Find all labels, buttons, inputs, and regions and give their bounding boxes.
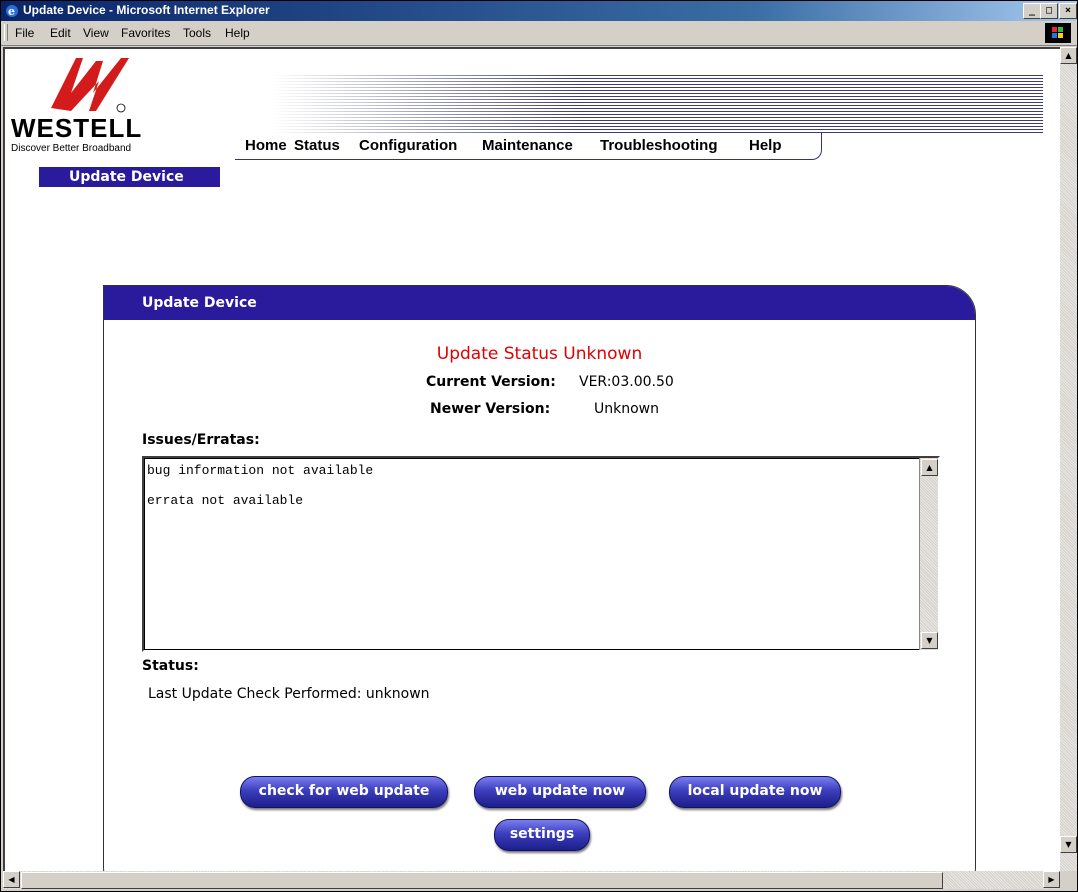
menu-tools[interactable]: Tools xyxy=(183,26,211,40)
westell-w-mark-icon xyxy=(51,58,129,113)
status-text: Last Update Check Performed: unknown xyxy=(148,686,430,702)
section-tag-label: Update Device xyxy=(69,169,184,185)
logo-tagline: Discover Better Broadband xyxy=(11,143,132,154)
horizontal-scrollbar[interactable]: ◀ ▶ xyxy=(3,871,1060,889)
maximize-button[interactable]: □ xyxy=(1040,3,1058,19)
menu-grip xyxy=(4,24,8,41)
issues-text[interactable]: bug information not available errata not… xyxy=(144,458,920,650)
page-viewport: WESTELL Discover Better Broadband Home S… xyxy=(3,47,1060,871)
title-bar[interactable]: e Update Device - Microsoft Internet Exp… xyxy=(1,1,1077,21)
local-update-now-button[interactable]: local update now xyxy=(669,776,841,808)
menu-edit[interactable]: Edit xyxy=(50,26,71,40)
menu-file[interactable]: File xyxy=(15,26,34,40)
settings-button[interactable]: settings xyxy=(494,819,590,851)
nav-configuration[interactable]: Configuration xyxy=(359,137,457,154)
close-button[interactable]: × xyxy=(1059,3,1077,19)
section-tag: Update Device xyxy=(39,167,220,187)
window-title: Update Device - Microsoft Internet Explo… xyxy=(23,3,270,17)
issues-scrollbar[interactable]: ▲ ▼ xyxy=(919,458,938,650)
scroll-up-icon[interactable]: ▲ xyxy=(1060,47,1077,64)
check-web-update-button[interactable]: check for web update xyxy=(240,776,448,808)
internet-explorer-icon: e xyxy=(6,5,18,18)
scroll-down-icon[interactable]: ▼ xyxy=(1060,836,1077,853)
nav-maintenance[interactable]: Maintenance xyxy=(482,137,573,154)
vertical-scrollbar[interactable]: ▲ ▼ xyxy=(1060,47,1077,871)
update-device-panel: Update Device Update Status Unknown Curr… xyxy=(103,285,976,871)
newer-version-value: Unknown xyxy=(594,401,659,417)
scroll-down-icon[interactable]: ▼ xyxy=(921,632,938,649)
panel-header: Update Device xyxy=(104,286,975,320)
nav-troubleshooting[interactable]: Troubleshooting xyxy=(600,137,718,154)
nav-home[interactable]: Home xyxy=(245,137,287,154)
westell-logo[interactable]: WESTELL Discover Better Broadband xyxy=(11,53,211,154)
windows-logo-icon xyxy=(1045,23,1071,43)
horizontal-scroll-thumb[interactable] xyxy=(21,872,943,889)
menu-favorites[interactable]: Favorites xyxy=(121,26,170,40)
main-nav: Home Status Configuration Maintenance Tr… xyxy=(235,133,822,160)
current-version-value: VER:03.00.50 xyxy=(579,374,674,390)
update-status: Update Status Unknown xyxy=(436,344,643,364)
minimize-button[interactable]: _ xyxy=(1023,3,1041,19)
status-label: Status: xyxy=(142,658,199,674)
nav-status[interactable]: Status xyxy=(294,137,340,154)
issues-label: Issues/Erratas: xyxy=(142,432,260,448)
svg-text:e: e xyxy=(8,5,15,18)
browser-window: e Update Device - Microsoft Internet Exp… xyxy=(0,0,1078,892)
scroll-up-icon[interactable]: ▲ xyxy=(921,459,938,476)
nav-help[interactable]: Help xyxy=(749,137,782,154)
web-update-now-button[interactable]: web update now xyxy=(474,776,646,808)
menu-view[interactable]: View xyxy=(83,26,109,40)
logo-wordmark: WESTELL xyxy=(11,113,143,143)
scroll-left-icon[interactable]: ◀ xyxy=(3,871,20,888)
header-stripes xyxy=(273,75,1043,135)
current-version-label: Current Version: xyxy=(426,374,556,390)
menu-help[interactable]: Help xyxy=(225,26,250,40)
scroll-right-icon[interactable]: ▶ xyxy=(1043,871,1060,888)
newer-version-label: Newer Version: xyxy=(430,401,551,417)
issues-textarea[interactable]: bug information not available errata not… xyxy=(142,456,940,652)
menu-bar: File Edit View Favorites Tools Help xyxy=(1,21,1077,46)
